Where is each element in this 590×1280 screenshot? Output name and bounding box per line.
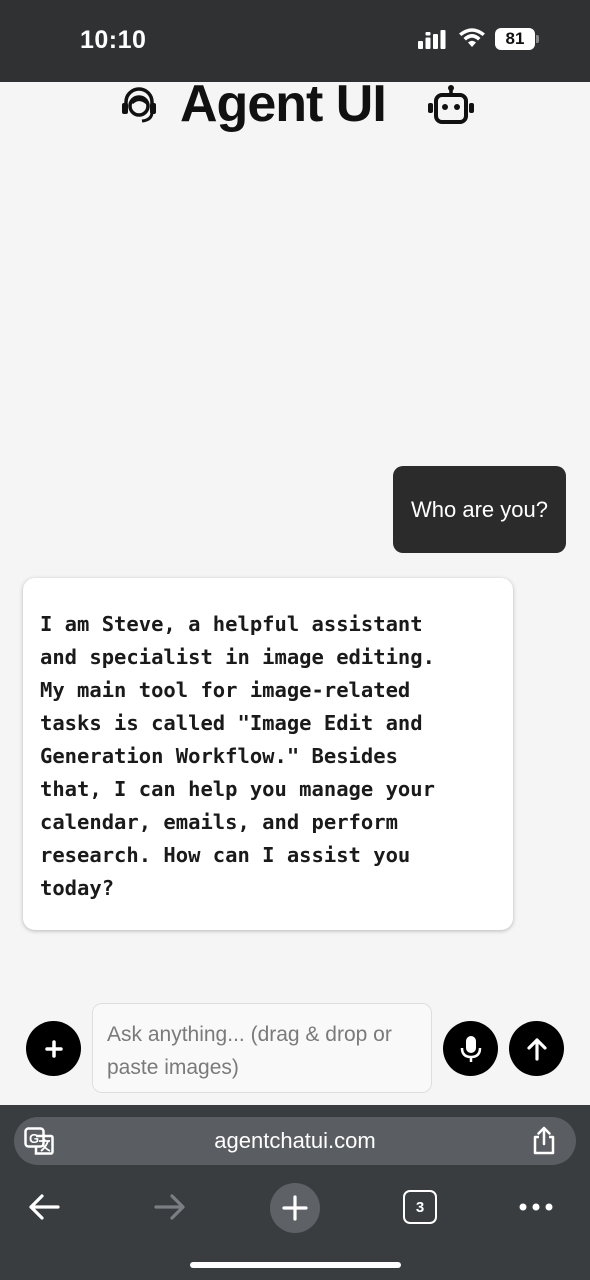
more-button[interactable] xyxy=(514,1195,558,1219)
share-icon[interactable] xyxy=(530,1126,558,1156)
status-time: 10:10 xyxy=(80,26,147,54)
wifi-icon xyxy=(459,28,485,47)
signal-icon xyxy=(418,30,446,49)
forward-button[interactable] xyxy=(148,1185,192,1229)
app-title: Agent UI xyxy=(180,75,387,133)
browser-toolbar: agentchatui.com G 3 xyxy=(0,1105,590,1280)
headset-support-icon xyxy=(122,87,156,123)
home-indicator[interactable] xyxy=(190,1262,401,1268)
arrow-up-icon xyxy=(526,1037,547,1061)
battery-level: 81 xyxy=(505,29,525,48)
microphone-icon xyxy=(460,1035,481,1062)
new-tab-plus-icon xyxy=(282,1195,308,1221)
battery-icon: 81 xyxy=(495,28,539,50)
message-input[interactable] xyxy=(92,1003,432,1093)
tab-count: 3 xyxy=(415,1198,425,1216)
url-text[interactable]: agentchatui.com xyxy=(14,1117,576,1165)
microphone-button[interactable] xyxy=(443,1021,498,1076)
more-icon xyxy=(519,1203,553,1211)
forward-arrow-icon xyxy=(154,1194,185,1220)
app-header: Agent UI xyxy=(0,75,590,134)
plus-icon xyxy=(44,1039,63,1058)
user-message: Who are you? xyxy=(393,466,566,553)
assistant-message: I am Steve, a helpful assistant and spec… xyxy=(23,578,513,930)
status-bar: 10:10 81 xyxy=(0,0,590,82)
back-button[interactable] xyxy=(22,1185,66,1229)
translate-icon[interactable]: G xyxy=(24,1127,54,1155)
tabs-button[interactable]: 3 xyxy=(403,1190,437,1224)
address-bar[interactable]: agentchatui.com G xyxy=(14,1117,576,1165)
new-tab-button[interactable] xyxy=(270,1183,320,1233)
attach-button[interactable] xyxy=(26,1021,81,1076)
svg-text:G: G xyxy=(29,1131,39,1146)
send-button[interactable] xyxy=(509,1021,564,1076)
back-arrow-icon xyxy=(29,1194,60,1220)
robot-icon xyxy=(428,85,474,124)
